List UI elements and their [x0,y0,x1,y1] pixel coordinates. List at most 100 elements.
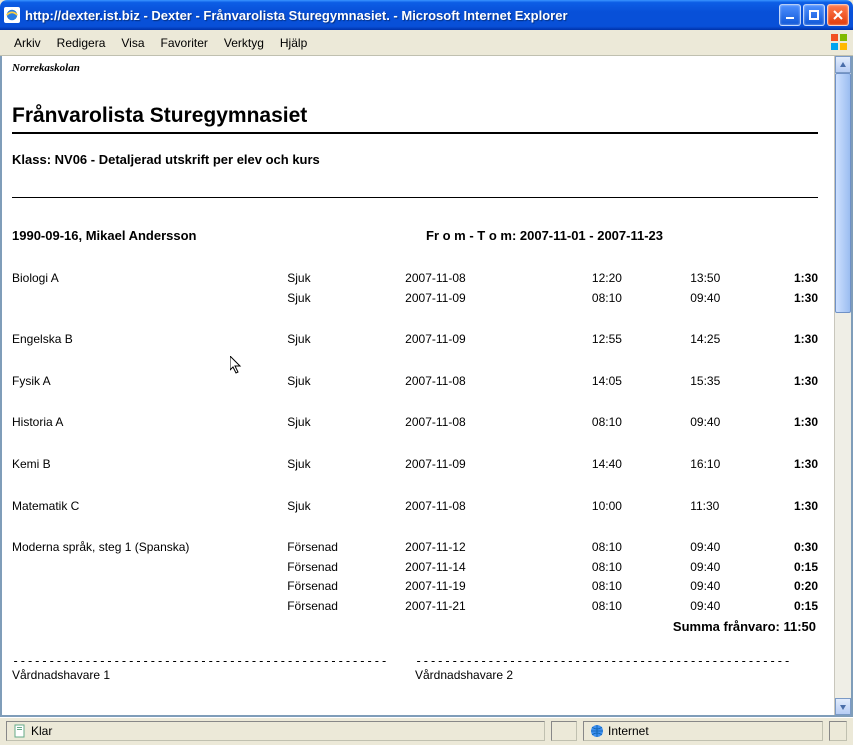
cell-end: 15:35 [690,374,774,390]
vertical-scrollbar[interactable] [834,56,851,715]
cell-date: 2007-11-08 [405,271,592,287]
table-row: Försenad2007-11-1908:1009:400:20 [12,579,818,595]
cell-duration: 0:30 [774,540,818,556]
cell-course [12,579,287,595]
menubar: Arkiv Redigera Visa Favoriter Verktyg Hj… [0,30,853,56]
section-rule [12,197,818,198]
menu-hjalp[interactable]: Hjälp [272,33,315,53]
cell-reason: Sjuk [287,271,405,287]
status-left: Klar [6,721,545,741]
cell-duration: 0:15 [774,560,818,576]
table-row: Historia ASjuk2007-11-0808:1009:401:30 [12,415,818,431]
cell-course [12,560,287,576]
cell-date: 2007-11-08 [405,499,592,515]
cell-duration: 0:15 [774,599,818,615]
menu-arkiv[interactable]: Arkiv [6,33,49,53]
cell-end: 11:30 [690,499,774,515]
cell-date: 2007-11-09 [405,457,592,473]
cell-duration: 1:30 [774,332,818,348]
cell-date: 2007-11-19 [405,579,592,595]
cell-course: Engelska B [12,332,287,348]
menu-visa[interactable]: Visa [113,33,152,53]
scroll-down-button[interactable] [835,698,851,715]
cell-reason: Försenad [287,560,405,576]
cell-start: 08:10 [592,540,690,556]
cell-start: 08:10 [592,291,690,307]
cell-end: 09:40 [690,291,774,307]
table-row: Biologi ASjuk2007-11-0812:2013:501:30 [12,271,818,287]
status-text: Klar [31,724,52,738]
cell-date: 2007-11-09 [405,332,592,348]
cell-end: 09:40 [690,560,774,576]
cell-end: 14:25 [690,332,774,348]
scroll-up-button[interactable] [835,56,851,73]
minimize-button[interactable] [779,4,801,26]
scroll-track[interactable] [835,73,851,698]
cell-end: 09:40 [690,599,774,615]
period-label: Fr o m - T o m: 2007-11-01 - 2007-11-23 [426,228,663,243]
cell-start: 12:20 [592,271,690,287]
maximize-button[interactable] [803,4,825,26]
cell-duration: 1:30 [774,291,818,307]
close-button[interactable] [827,4,849,26]
cell-course: Moderna språk, steg 1 (Spanska) [12,540,287,556]
cell-duration: 1:30 [774,374,818,390]
table-row: Försenad2007-11-2108:1009:400:15 [12,599,818,615]
cell-start: 12:55 [592,332,690,348]
document-body: Norrekaskolan Frånvarolista Sturegymnasi… [2,56,834,715]
table-row: Försenad2007-11-1408:1009:400:15 [12,560,818,576]
page-icon [13,724,27,738]
cell-reason: Sjuk [287,374,405,390]
cell-end: 09:40 [690,540,774,556]
table-row: Fysik ASjuk2007-11-0814:0515:351:30 [12,374,818,390]
table-row: Sjuk2007-11-0908:1009:401:30 [12,291,818,307]
cell-reason: Sjuk [287,332,405,348]
cell-course: Historia A [12,415,287,431]
title-rule [12,132,818,134]
cell-start: 14:05 [592,374,690,390]
window-controls [779,4,849,26]
dash-line: ----------------------------------------… [415,654,818,668]
menu-verktyg[interactable]: Verktyg [216,33,272,53]
student-name: 1990-09-16, Mikael Andersson [12,228,426,243]
cell-duration: 1:30 [774,457,818,473]
sum-line: Summa frånvaro: 11:50 [12,619,818,634]
cell-start: 14:40 [592,457,690,473]
status-zone: Internet [583,721,823,741]
cell-reason: Sjuk [287,291,405,307]
cell-start: 08:10 [592,560,690,576]
cell-reason: Försenad [287,540,405,556]
guardians-section: ----------------------------------------… [12,654,818,682]
menu-redigera[interactable]: Redigera [49,33,114,53]
cell-end: 13:50 [690,271,774,287]
student-header: 1990-09-16, Mikael Andersson Fr o m - T … [12,228,818,243]
cell-course: Matematik C [12,499,287,515]
cell-duration: 0:20 [774,579,818,595]
guardian-2: ----------------------------------------… [415,654,818,682]
school-name: Norrekaskolan [12,62,818,74]
cell-course: Fysik A [12,374,287,390]
globe-icon [590,724,604,738]
statusbar: Klar Internet [0,717,853,743]
cell-course [12,291,287,307]
guardian-1: ----------------------------------------… [12,654,415,682]
cell-start: 08:10 [592,599,690,615]
content-area: Norrekaskolan Frånvarolista Sturegymnasi… [0,56,853,717]
table-row: Moderna språk, steg 1 (Spanska)Försenad2… [12,540,818,556]
cell-end: 16:10 [690,457,774,473]
window-titlebar: http://dexter.ist.biz - Dexter - Frånvar… [0,0,853,30]
absence-table: Biologi ASjuk2007-11-0812:2013:501:30Sju… [12,271,818,615]
table-row: Engelska BSjuk2007-11-0912:5514:251:30 [12,332,818,348]
cell-course [12,599,287,615]
window-title: http://dexter.ist.biz - Dexter - Frånvar… [25,8,568,23]
menu-favoriter[interactable]: Favoriter [153,33,216,53]
cell-start: 08:10 [592,579,690,595]
scroll-thumb[interactable] [835,73,851,313]
ie-icon [4,7,20,23]
cell-start: 10:00 [592,499,690,515]
status-grip [829,721,847,741]
table-row: Matematik CSjuk2007-11-0810:0011:301:30 [12,499,818,515]
cell-duration: 1:30 [774,499,818,515]
cell-reason: Sjuk [287,457,405,473]
cell-start: 08:10 [592,415,690,431]
